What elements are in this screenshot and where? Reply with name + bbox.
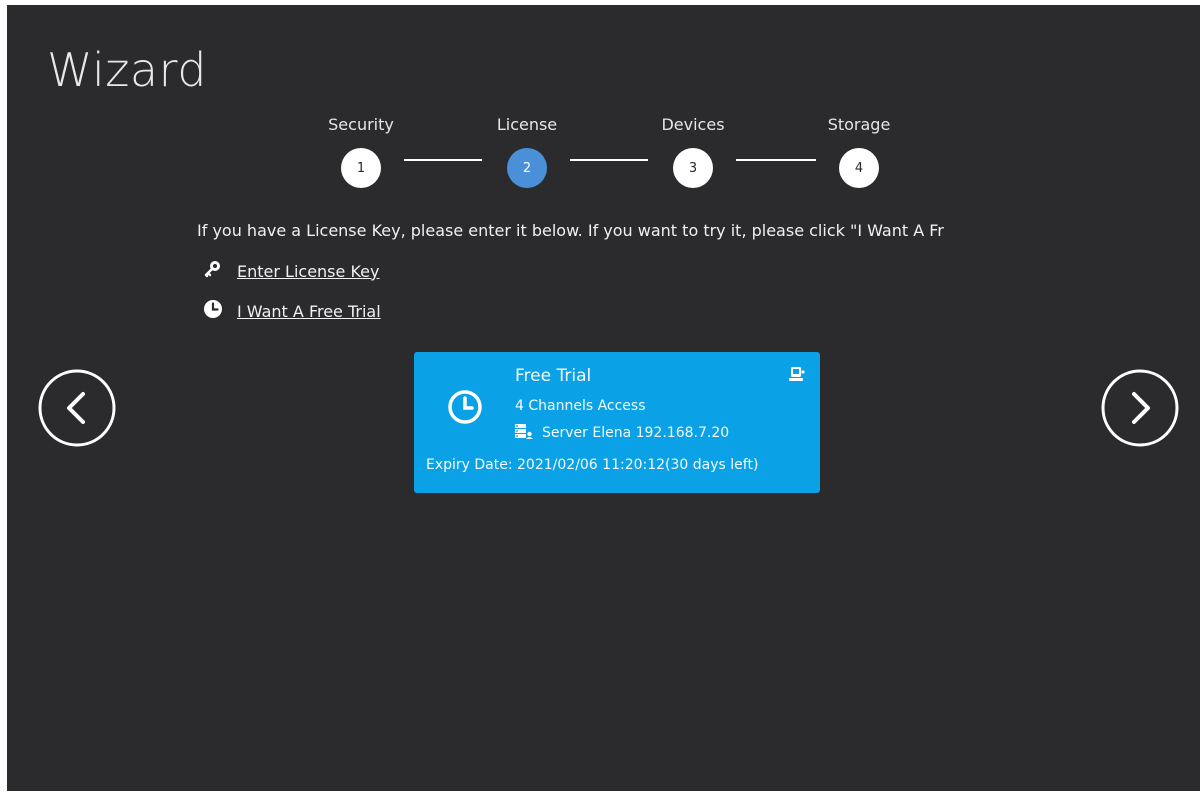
step-connector <box>404 159 482 161</box>
enter-license-key-label: Enter License Key <box>237 261 380 281</box>
license-card[interactable]: Free Trial 4 Channels Access Server Elen… <box>414 352 820 493</box>
step-circle-1[interactable]: 1 <box>341 148 381 188</box>
page-title: Wizard <box>47 43 207 97</box>
step-circle-3[interactable]: 3 <box>673 148 713 188</box>
license-server-text: Server Elena 192.168.7.20 <box>542 425 730 441</box>
chevron-left-circle-icon <box>38 369 116 447</box>
step-label-security: Security <box>328 115 394 134</box>
previous-button[interactable] <box>37 368 117 448</box>
server-icon <box>515 423 533 443</box>
step-connector <box>736 159 816 161</box>
step-label-devices: Devices <box>661 115 725 134</box>
step-label-storage: Storage <box>827 115 891 134</box>
license-name: Free Trial <box>515 366 592 386</box>
step-connector <box>570 159 648 161</box>
step-circle-2[interactable]: 2 <box>507 148 547 188</box>
enter-license-key-link[interactable]: Enter License Key <box>203 259 379 283</box>
step-circle-4[interactable]: 4 <box>839 148 879 188</box>
license-expiry: Expiry Date: 2021/02/06 11:20:12(30 days… <box>426 457 759 473</box>
license-server: Server Elena 192.168.7.20 <box>515 423 729 443</box>
free-trial-link[interactable]: I Want A Free Trial <box>203 299 381 323</box>
instruction-text: If you have a License Key, please enter … <box>197 221 944 240</box>
license-channels: 4 Channels Access <box>515 398 646 414</box>
step-label-license: License <box>496 115 558 134</box>
device-bind-icon <box>788 366 806 388</box>
chevron-right-circle-icon <box>1101 369 1179 447</box>
key-icon <box>203 259 223 283</box>
next-button[interactable] <box>1100 368 1180 448</box>
free-trial-label: I Want A Free Trial <box>237 301 381 321</box>
trial-clock-icon <box>446 388 484 430</box>
wizard-window: Wizard Security License Devices Storage … <box>7 5 1200 791</box>
clock-icon <box>203 299 223 323</box>
